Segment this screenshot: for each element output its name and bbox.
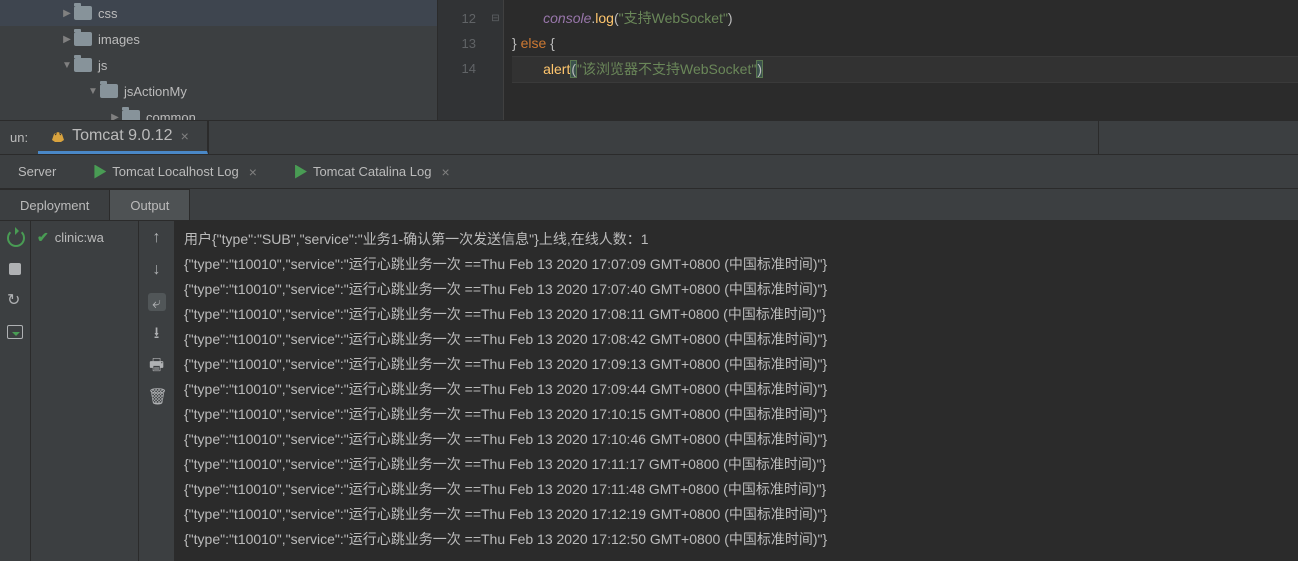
console-line: {"type":"t10010","service":"运行心跳业务一次 ==T… xyxy=(184,477,1288,502)
trash-icon[interactable]: 🗑 xyxy=(148,389,166,407)
tree-item-css[interactable]: ▶ css xyxy=(0,0,437,26)
tree-item-common[interactable]: ▶ common xyxy=(0,104,437,120)
project-tree[interactable]: ▶ css ▶ images ▼ js ▼ jsActionMy ▶ commo… xyxy=(0,0,438,120)
console-line: {"type":"t10010","service":"运行心跳业务一次 ==T… xyxy=(184,252,1288,277)
tab-label: Output xyxy=(130,198,169,213)
soft-wrap-icon[interactable]: ⤶ xyxy=(148,293,166,311)
fold-gutter[interactable]: ⊟ xyxy=(488,0,504,120)
tree-label: jsActionMy xyxy=(124,84,187,99)
console-line: {"type":"t10010","service":"运行心跳业务一次 ==T… xyxy=(184,327,1288,352)
console-line: {"type":"t10010","service":"运行心跳业务一次 ==T… xyxy=(184,277,1288,302)
run-config-tab[interactable]: Tomcat 9.0.12 × xyxy=(38,121,208,154)
tab-server[interactable]: Server xyxy=(0,155,74,188)
tab-localhost-log[interactable]: Tomcat Localhost Log × xyxy=(74,155,275,188)
collapse-arrow-icon[interactable]: ▼ xyxy=(60,60,74,71)
restart-icon[interactable] xyxy=(7,229,23,245)
console-line: {"type":"t10010","service":"运行心跳业务一次 ==T… xyxy=(184,402,1288,427)
code-area[interactable]: console.log("支持WebSocket") } else { aler… xyxy=(504,0,1298,120)
run-triangle-icon xyxy=(293,165,307,179)
expand-arrow-icon[interactable]: ▶ xyxy=(60,34,74,45)
line-number: 14 xyxy=(438,56,476,81)
code-line-current[interactable]: alert("该浏览器不支持WebSocket") xyxy=(512,56,1298,83)
tree-item-js[interactable]: ▼ js xyxy=(0,52,437,78)
console-line: {"type":"t10010","service":"运行心跳业务一次 ==T… xyxy=(184,352,1288,377)
deployment-item[interactable]: ✔ clinic:wa xyxy=(37,229,132,246)
run-label: un: xyxy=(0,121,38,154)
console-line: {"type":"t10010","service":"运行心跳业务一次 ==T… xyxy=(184,527,1288,552)
close-icon[interactable]: × xyxy=(441,164,449,180)
tree-label: js xyxy=(98,58,107,73)
folder-icon xyxy=(74,6,92,20)
expand-arrow-icon[interactable]: ▶ xyxy=(60,8,74,19)
console-output[interactable]: 用户{"type":"SUB","service":"业务1-确认第一次发送信息… xyxy=(174,221,1298,561)
tab-catalina-log[interactable]: Tomcat Catalina Log × xyxy=(275,155,468,188)
line-number-gutter: 12 13 14 xyxy=(438,0,488,120)
line-number: 13 xyxy=(438,31,476,56)
arrow-up-icon[interactable]: ↑ xyxy=(148,229,166,247)
tomcat-icon xyxy=(50,128,66,144)
tab-output[interactable]: Output xyxy=(110,189,190,220)
line-number: 12 xyxy=(438,6,476,31)
console-line: {"type":"t10010","service":"运行心跳业务一次 ==T… xyxy=(184,502,1288,527)
console-line: 用户{"type":"SUB","service":"业务1-确认第一次发送信息… xyxy=(184,227,1288,252)
scroll-to-end-icon[interactable]: ⭳ xyxy=(148,325,166,343)
console-line: {"type":"t10010","service":"运行心跳业务一次 ==T… xyxy=(184,377,1288,402)
exit-icon[interactable] xyxy=(7,325,23,341)
tree-label: images xyxy=(98,32,140,47)
close-icon[interactable]: × xyxy=(181,128,189,144)
print-icon[interactable]: 🖶 xyxy=(148,357,166,375)
fold-marker[interactable]: ⊟ xyxy=(488,6,503,31)
run-triangle-icon xyxy=(92,165,106,179)
check-icon: ✔ xyxy=(37,229,49,246)
sub-tabs-bar: Deployment Output xyxy=(0,189,1298,221)
folder-icon xyxy=(74,32,92,46)
tab-label: Deployment xyxy=(20,198,89,213)
code-line[interactable]: } else { xyxy=(512,31,1298,56)
tab-label: Tomcat Catalina Log xyxy=(313,164,432,179)
run-toolbar xyxy=(0,221,30,561)
close-icon[interactable]: × xyxy=(249,164,257,180)
code-editor[interactable]: 12 13 14 ⊟ console.log("支持WebSocket") } … xyxy=(438,0,1298,120)
tab-deployment[interactable]: Deployment xyxy=(0,189,110,220)
tree-item-images[interactable]: ▶ images xyxy=(0,26,437,52)
tree-item-jsactionmy[interactable]: ▼ jsActionMy xyxy=(0,78,437,104)
console-line: {"type":"t10010","service":"运行心跳业务一次 ==T… xyxy=(184,302,1288,327)
collapse-arrow-icon[interactable]: ▼ xyxy=(86,86,100,97)
tab-label: Tomcat Localhost Log xyxy=(112,164,238,179)
deployment-list[interactable]: ✔ clinic:wa xyxy=(30,221,138,561)
console-line: {"type":"t10010","service":"运行心跳业务一次 ==T… xyxy=(184,427,1288,452)
stop-icon[interactable] xyxy=(7,261,23,277)
run-config-label: Tomcat 9.0.12 xyxy=(72,127,173,145)
tree-label: css xyxy=(98,6,118,21)
sync-icon[interactable] xyxy=(7,293,23,309)
expand-arrow-icon[interactable]: ▶ xyxy=(108,112,122,121)
run-tool-bar: un: Tomcat 9.0.12 × xyxy=(0,120,1298,155)
log-tabs-bar: Server Tomcat Localhost Log × Tomcat Cat… xyxy=(0,155,1298,189)
arrow-down-icon[interactable]: ↓ xyxy=(148,261,166,279)
deployment-name: clinic:wa xyxy=(55,230,104,245)
tab-label: Server xyxy=(18,164,56,179)
folder-icon xyxy=(74,58,92,72)
console-area: ✔ clinic:wa ↑ ↓ ⤶ ⭳ 🖶 🗑 用户{"type":"SUB",… xyxy=(0,221,1298,561)
console-toolbar: ↑ ↓ ⤶ ⭳ 🖶 🗑 xyxy=(138,221,174,561)
paren-match: ) xyxy=(756,60,763,78)
console-line: {"type":"t10010","service":"运行心跳业务一次 ==T… xyxy=(184,452,1288,477)
folder-icon xyxy=(122,110,140,120)
tree-label: common xyxy=(146,110,196,121)
code-line[interactable]: console.log("支持WebSocket") xyxy=(512,6,1298,31)
folder-icon xyxy=(100,84,118,98)
